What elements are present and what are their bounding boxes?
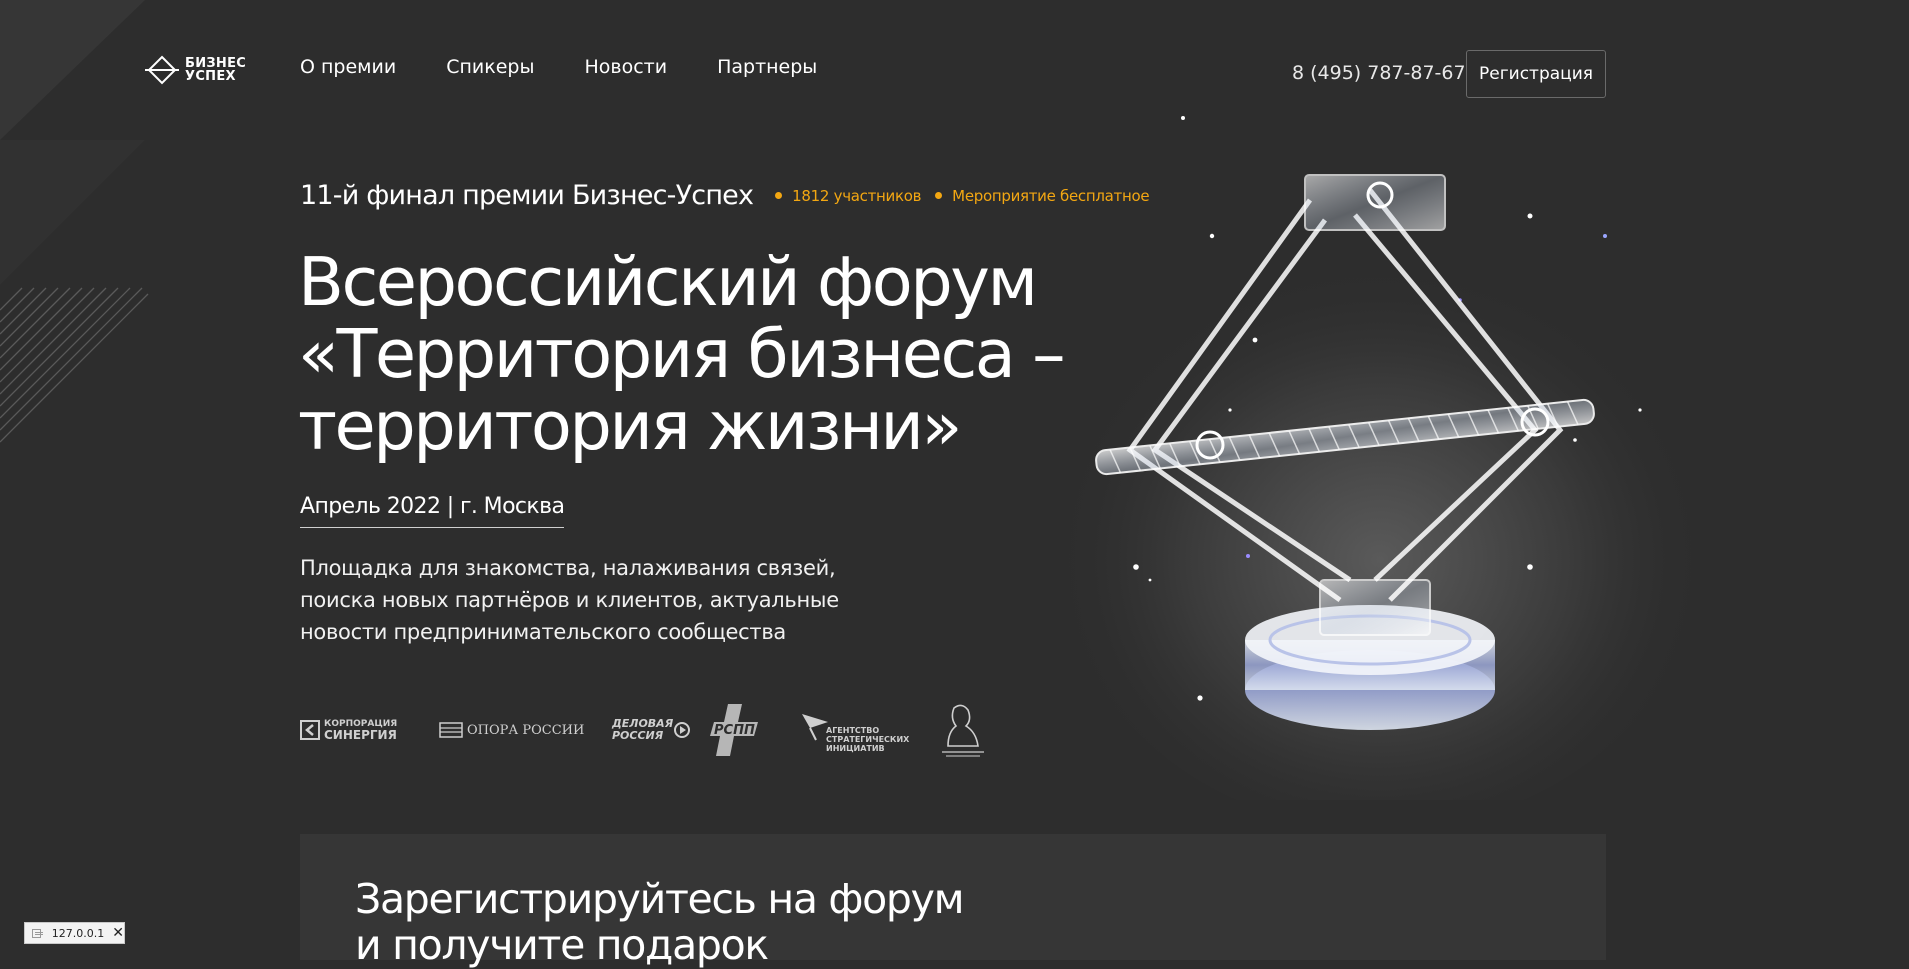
participants-badge: 1812 участников <box>775 187 921 205</box>
badge-dot-icon <box>935 192 943 199</box>
nav-link-partners[interactable]: Партнеры <box>717 56 817 78</box>
main-nav: О премии Спикеры Новости Партнеры <box>300 56 817 78</box>
asi-line-1: АГЕНТСТВО <box>826 725 880 735</box>
logo-diamond-icon <box>145 55 179 85</box>
close-icon[interactable]: ✕ <box>112 926 124 940</box>
register-button[interactable]: Регистрация <box>1466 50 1606 98</box>
phone-number[interactable]: 8 (495) 787-87-67 <box>1292 62 1466 84</box>
chamber-emblem-icon <box>942 704 984 757</box>
partner-logo-delovaya-rossiya[interactable]: ДЕЛОВАЯ РОССИЯ <box>612 700 691 760</box>
headline-line-2: «Территория бизнеса – <box>298 315 1066 393</box>
event-date: Апрель 2022 | г. Москва <box>300 494 565 528</box>
server-address: 127.0.0.1 <box>51 926 105 940</box>
rspp-cross-icon: РСПП <box>710 704 758 756</box>
rspp-text: РСПП <box>714 723 755 738</box>
registration-title: Зарегистрируйтесь на форум и получите по… <box>355 875 965 969</box>
kicker-title: 11-й финал премии Бизнес-Успех <box>300 180 754 211</box>
sinergiya-line-2: СИНЕРГИЯ <box>324 728 397 742</box>
award-trophy-illustration <box>1050 116 1700 800</box>
registration-panel: Зарегистрируйтесь на форум и получите по… <box>300 834 1606 968</box>
description-line-1: Площадка для знакомства, налаживания свя… <box>300 556 836 580</box>
server-icon <box>32 928 43 938</box>
delovaya-mark-icon <box>674 722 691 738</box>
asi-line-3: ИНИЦИАТИВ <box>826 743 885 753</box>
hero-description: Площадка для знакомства, налаживания свя… <box>300 552 940 648</box>
headline-line-3: территория жизни» <box>298 387 962 465</box>
logo[interactable]: БИЗНЕС УСПЕХ <box>145 53 246 87</box>
nav-link-about[interactable]: О премии <box>300 56 396 78</box>
description-line-2: поиска новых партнёров и клиентов, актуа… <box>300 588 839 612</box>
server-status-chip: 127.0.0.1 ✕ <box>24 922 125 944</box>
opora-text: ОПОРА РОССИИ <box>467 722 585 738</box>
partner-logos: КОРПОРАЦИЯ СИНЕРГИЯ ОПОРА РОССИИ ДЕЛОВАЯ… <box>300 700 1000 760</box>
participants-text: 1812 участников <box>792 186 922 205</box>
registration-title-line-1: Зарегистрируйтесь на форум <box>355 875 965 923</box>
description-line-3: новости предпринимательского сообщества <box>300 620 787 644</box>
partner-logo-opora[interactable]: ОПОРА РОССИИ <box>438 700 584 760</box>
registration-title-line-2: и получите подарок <box>355 921 769 969</box>
partner-logo-asi[interactable]: АГЕНТСТВО СТРАТЕГИЧЕСКИХ ИНИЦИАТИВ <box>800 700 909 760</box>
opora-flag-icon <box>439 722 463 738</box>
partner-logo-chamber[interactable] <box>934 700 992 760</box>
partner-logo-sinergiya[interactable]: КОРПОРАЦИЯ СИНЕРГИЯ <box>300 700 397 760</box>
logo-line-2: УСПЕХ <box>185 69 236 84</box>
background-decoration <box>0 0 149 443</box>
partner-logo-rspp[interactable]: РСПП <box>708 700 766 760</box>
sinergiya-mark-icon <box>300 720 320 740</box>
nav-link-news[interactable]: Новости <box>584 56 667 78</box>
logo-text: БИЗНЕС УСПЕХ <box>185 57 246 83</box>
nav-link-speakers[interactable]: Спикеры <box>446 56 534 78</box>
headline-line-1: Всероссийский форум <box>298 243 1038 321</box>
delovaya-line-2: РОССИЯ <box>612 729 664 742</box>
badge-dot-icon <box>775 192 783 199</box>
hero-headline: Всероссийский форум «Территория бизнеса … <box>298 243 1066 465</box>
asi-line-2: СТРАТЕГИЧЕСКИХ <box>826 734 910 744</box>
